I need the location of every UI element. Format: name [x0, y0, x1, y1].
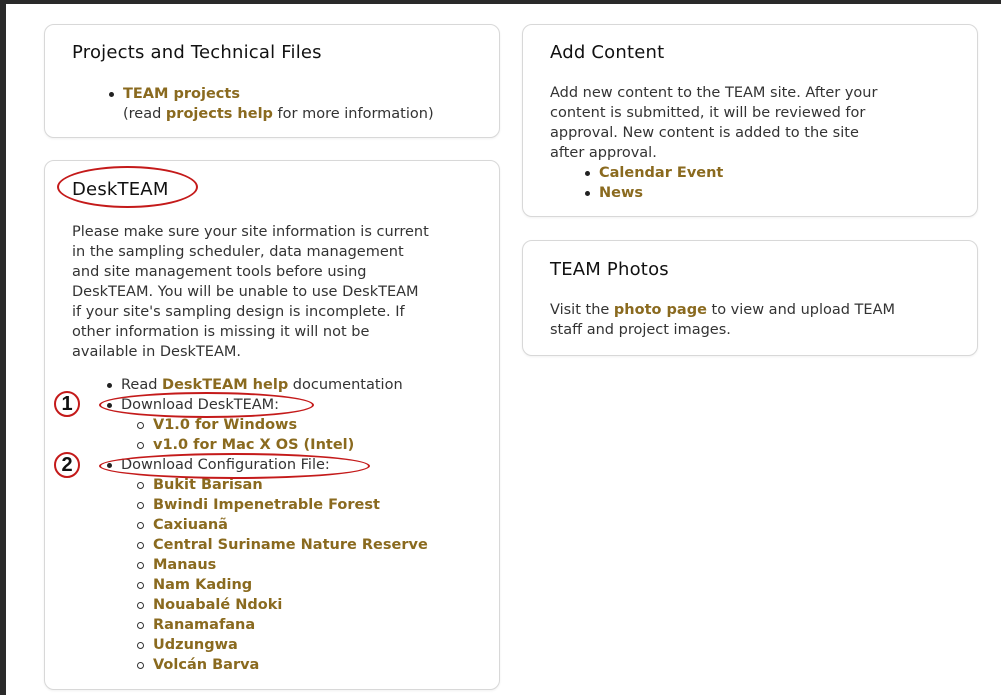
config-site-link[interactable]: Udzungwa [153, 637, 238, 653]
download-mac-link[interactable]: v1.0 for Mac X OS (Intel) [153, 437, 354, 453]
download-windows-link[interactable]: V1.0 for Windows [153, 417, 297, 433]
deskteam-help-link[interactable]: DeskTEAM help [162, 377, 288, 393]
deskteam-list: Read DeskTEAM help documentation Downloa… [103, 375, 493, 675]
config-site-link[interactable]: Manaus [153, 557, 216, 573]
download-config-label: Download Configuration File: [103, 455, 493, 475]
config-site-link[interactable]: Bwindi Impenetrable Forest [153, 497, 380, 513]
photos-line: Visit the photo page to view and upload … [550, 302, 896, 318]
download-deskteam-label: Download DeskTEAM: [103, 395, 493, 415]
team-photos-title: TEAM Photos [550, 259, 669, 280]
intro-line: and site management tools before using [72, 264, 367, 280]
deskteam-intro: Please make sure your site information i… [72, 222, 492, 362]
config-sites-sublist: Bukit Barisan Bwindi Impenetrable Forest… [103, 475, 493, 675]
config-site-link[interactable]: Volcán Barva [153, 657, 259, 673]
window-top-border [0, 0, 1001, 4]
projects-help-link[interactable]: projects help [166, 106, 273, 122]
add-content-panel: Add Content Add new content to the TEAM … [522, 24, 978, 217]
projects-panel: Projects and Technical Files TEAM projec… [44, 24, 500, 138]
config-site-link[interactable]: Central Suriname Nature Reserve [153, 537, 428, 553]
intro-line: content is submitted, it will be reviewe… [550, 105, 866, 121]
step-1-marker: 1 [54, 391, 80, 417]
team-photos-text: Visit the photo page to view and upload … [550, 300, 970, 340]
page-frame: Projects and Technical Files TEAM projec… [0, 0, 1001, 695]
team-projects-link[interactable]: TEAM projects [123, 86, 240, 102]
config-site-link[interactable]: Ranamafana [153, 617, 255, 633]
list-item: Read DeskTEAM help documentation [103, 375, 493, 395]
add-content-intro: Add new content to the TEAM site. After … [550, 83, 970, 163]
downloads-sublist: V1.0 for Windows v1.0 for Mac X OS (Inte… [103, 415, 493, 455]
intro-line: if your site's sampling design is incomp… [72, 304, 405, 320]
step-2-marker: 2 [54, 452, 80, 478]
calendar-event-link[interactable]: Calendar Event [599, 165, 723, 181]
intro-line: Add new content to the TEAM site. After … [550, 85, 878, 101]
intro-line: other information is missing it will not… [72, 324, 370, 340]
projects-list: TEAM projects (read projects help for mo… [105, 84, 434, 124]
config-site-link[interactable]: Nouabalé Ndoki [153, 597, 282, 613]
intro-line: available in DeskTEAM. [72, 344, 241, 360]
intro-line: after approval. [550, 145, 657, 161]
projects-help-line: (read projects help for more information… [123, 106, 434, 122]
deskteam-panel: DeskTEAM Please make sure your site info… [44, 160, 500, 690]
intro-line: DeskTEAM. You will be unable to use Desk… [72, 284, 419, 300]
config-site-link[interactable]: Nam Kading [153, 577, 252, 593]
config-site-link[interactable]: Bukit Barisan [153, 477, 263, 493]
intro-line: in the sampling scheduler, data manageme… [72, 244, 404, 260]
config-site-link[interactable]: Caxiuanã [153, 517, 228, 533]
intro-line: Please make sure your site information i… [72, 224, 429, 240]
news-link[interactable]: News [599, 185, 643, 201]
add-content-title: Add Content [550, 42, 665, 63]
deskteam-panel-title: DeskTEAM [72, 179, 169, 200]
photos-line: staff and project images. [550, 322, 731, 338]
projects-panel-title: Projects and Technical Files [72, 42, 322, 63]
window-left-border [0, 0, 6, 695]
team-photos-panel: TEAM Photos Visit the photo page to view… [522, 240, 978, 356]
add-content-list: Calendar Event News [581, 163, 723, 203]
intro-line: approval. New content is added to the si… [550, 125, 859, 141]
list-item: TEAM projects [105, 84, 434, 104]
photo-page-link[interactable]: photo page [614, 302, 707, 318]
